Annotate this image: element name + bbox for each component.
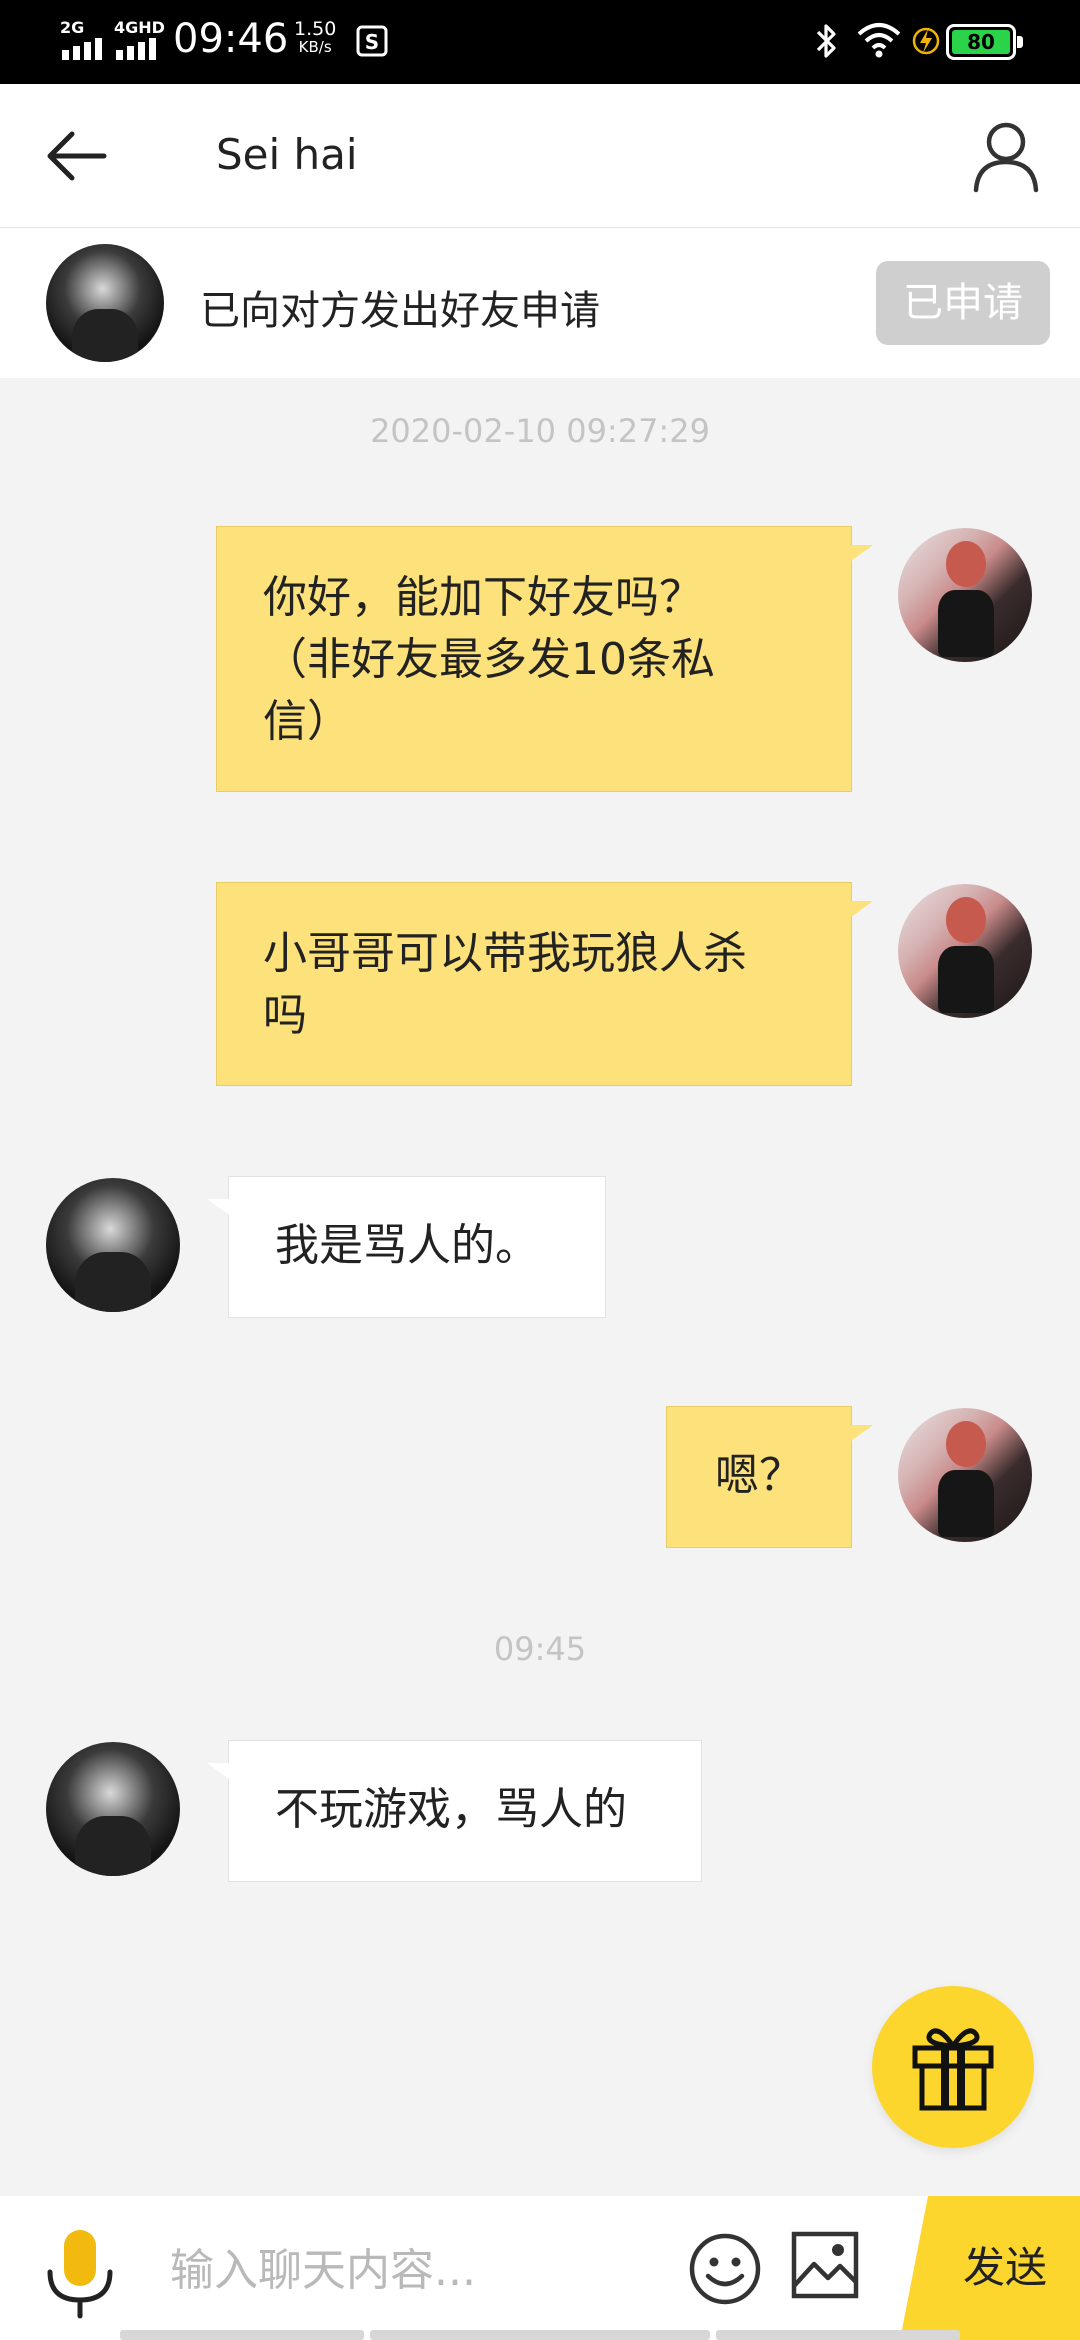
my-avatar[interactable]: [898, 1408, 1032, 1542]
nav-indicator: [370, 2330, 710, 2340]
speed-unit: KB/s: [298, 38, 332, 56]
message-text: 我是骂人的。: [275, 1220, 539, 1271]
signal-icon: 4GHD: [114, 18, 170, 60]
arrow-left-icon: [47, 131, 107, 181]
message-line: 吗: [263, 990, 307, 1041]
message-line: 你好，能加下好友吗？: [263, 572, 703, 623]
applied-button[interactable]: 已申请: [876, 261, 1050, 345]
speed-value: 1.50: [294, 18, 337, 40]
message-line: 小哥哥可以带我玩狼人杀: [263, 928, 747, 979]
send-button[interactable]: 发送: [900, 2196, 1080, 2340]
incoming-message[interactable]: 我是骂人的。: [207, 1176, 606, 1318]
gift-button[interactable]: [872, 1986, 1034, 2148]
image-button[interactable]: [790, 2230, 860, 2300]
outgoing-message[interactable]: 小哥哥可以带我玩狼人杀 吗: [216, 882, 873, 1086]
network-speed: 1.50 KB/s: [294, 18, 337, 57]
outgoing-message[interactable]: 你好，能加下好友吗？ （非好友最多发10条私 信）: [216, 526, 873, 792]
battery-level: 80: [952, 30, 1010, 54]
person-icon: [973, 122, 1039, 193]
outgoing-message[interactable]: 嗯？: [666, 1406, 873, 1548]
nav-indicator: [716, 2330, 960, 2340]
microphone-icon: [47, 2230, 113, 2319]
message-text: 不玩游戏，骂人的: [275, 1784, 627, 1835]
contact-avatar[interactable]: [46, 1742, 180, 1876]
message-line: （非好友最多发10条私: [263, 634, 715, 685]
contact-avatar[interactable]: [46, 1178, 180, 1312]
emoji-icon: [689, 2233, 761, 2305]
image-icon: [791, 2231, 859, 2299]
message-timestamp: 09:45: [493, 1630, 587, 1668]
status-bar: 2G 4GHD 09:46 1.50 KB/s S 80: [0, 0, 1080, 84]
my-avatar[interactable]: [898, 884, 1032, 1018]
bluetooth-icon: [816, 24, 836, 58]
profile-button[interactable]: [968, 118, 1044, 194]
clock: 09:46: [173, 16, 289, 62]
page-title: Sei hai: [216, 130, 358, 179]
signal-icon: 2G: [60, 18, 116, 60]
wifi-icon: [857, 23, 901, 58]
message-text: 嗯？: [715, 1450, 803, 1501]
my-avatar[interactable]: [898, 528, 1032, 662]
message-line: 信）: [263, 696, 351, 747]
svg-text:S: S: [365, 30, 379, 54]
contact-avatar[interactable]: [46, 244, 164, 362]
composer-bar: 发送: [0, 2196, 1080, 2340]
network-type-2: 4GHD: [114, 18, 165, 37]
voice-button[interactable]: [40, 2226, 120, 2320]
incoming-message[interactable]: 不玩游戏，骂人的: [207, 1740, 702, 1882]
emoji-button[interactable]: [688, 2232, 762, 2306]
message-timestamp: 2020-02-10 09:27:29: [370, 412, 710, 450]
back-button[interactable]: [40, 120, 120, 192]
network-type-1: 2G: [60, 18, 85, 37]
friend-request-banner: 已向对方发出好友申请 已申请: [0, 228, 1080, 378]
message-input[interactable]: [170, 2230, 650, 2310]
charging-icon: [912, 27, 940, 55]
gift-icon: [912, 2028, 994, 2111]
nav-indicator: [120, 2330, 364, 2340]
screenshot-icon: S: [356, 25, 388, 57]
battery-icon: 80: [946, 24, 1023, 60]
friend-request-status: 已向对方发出好友申请: [200, 288, 600, 334]
chat-header: Sei hai: [0, 84, 1080, 228]
